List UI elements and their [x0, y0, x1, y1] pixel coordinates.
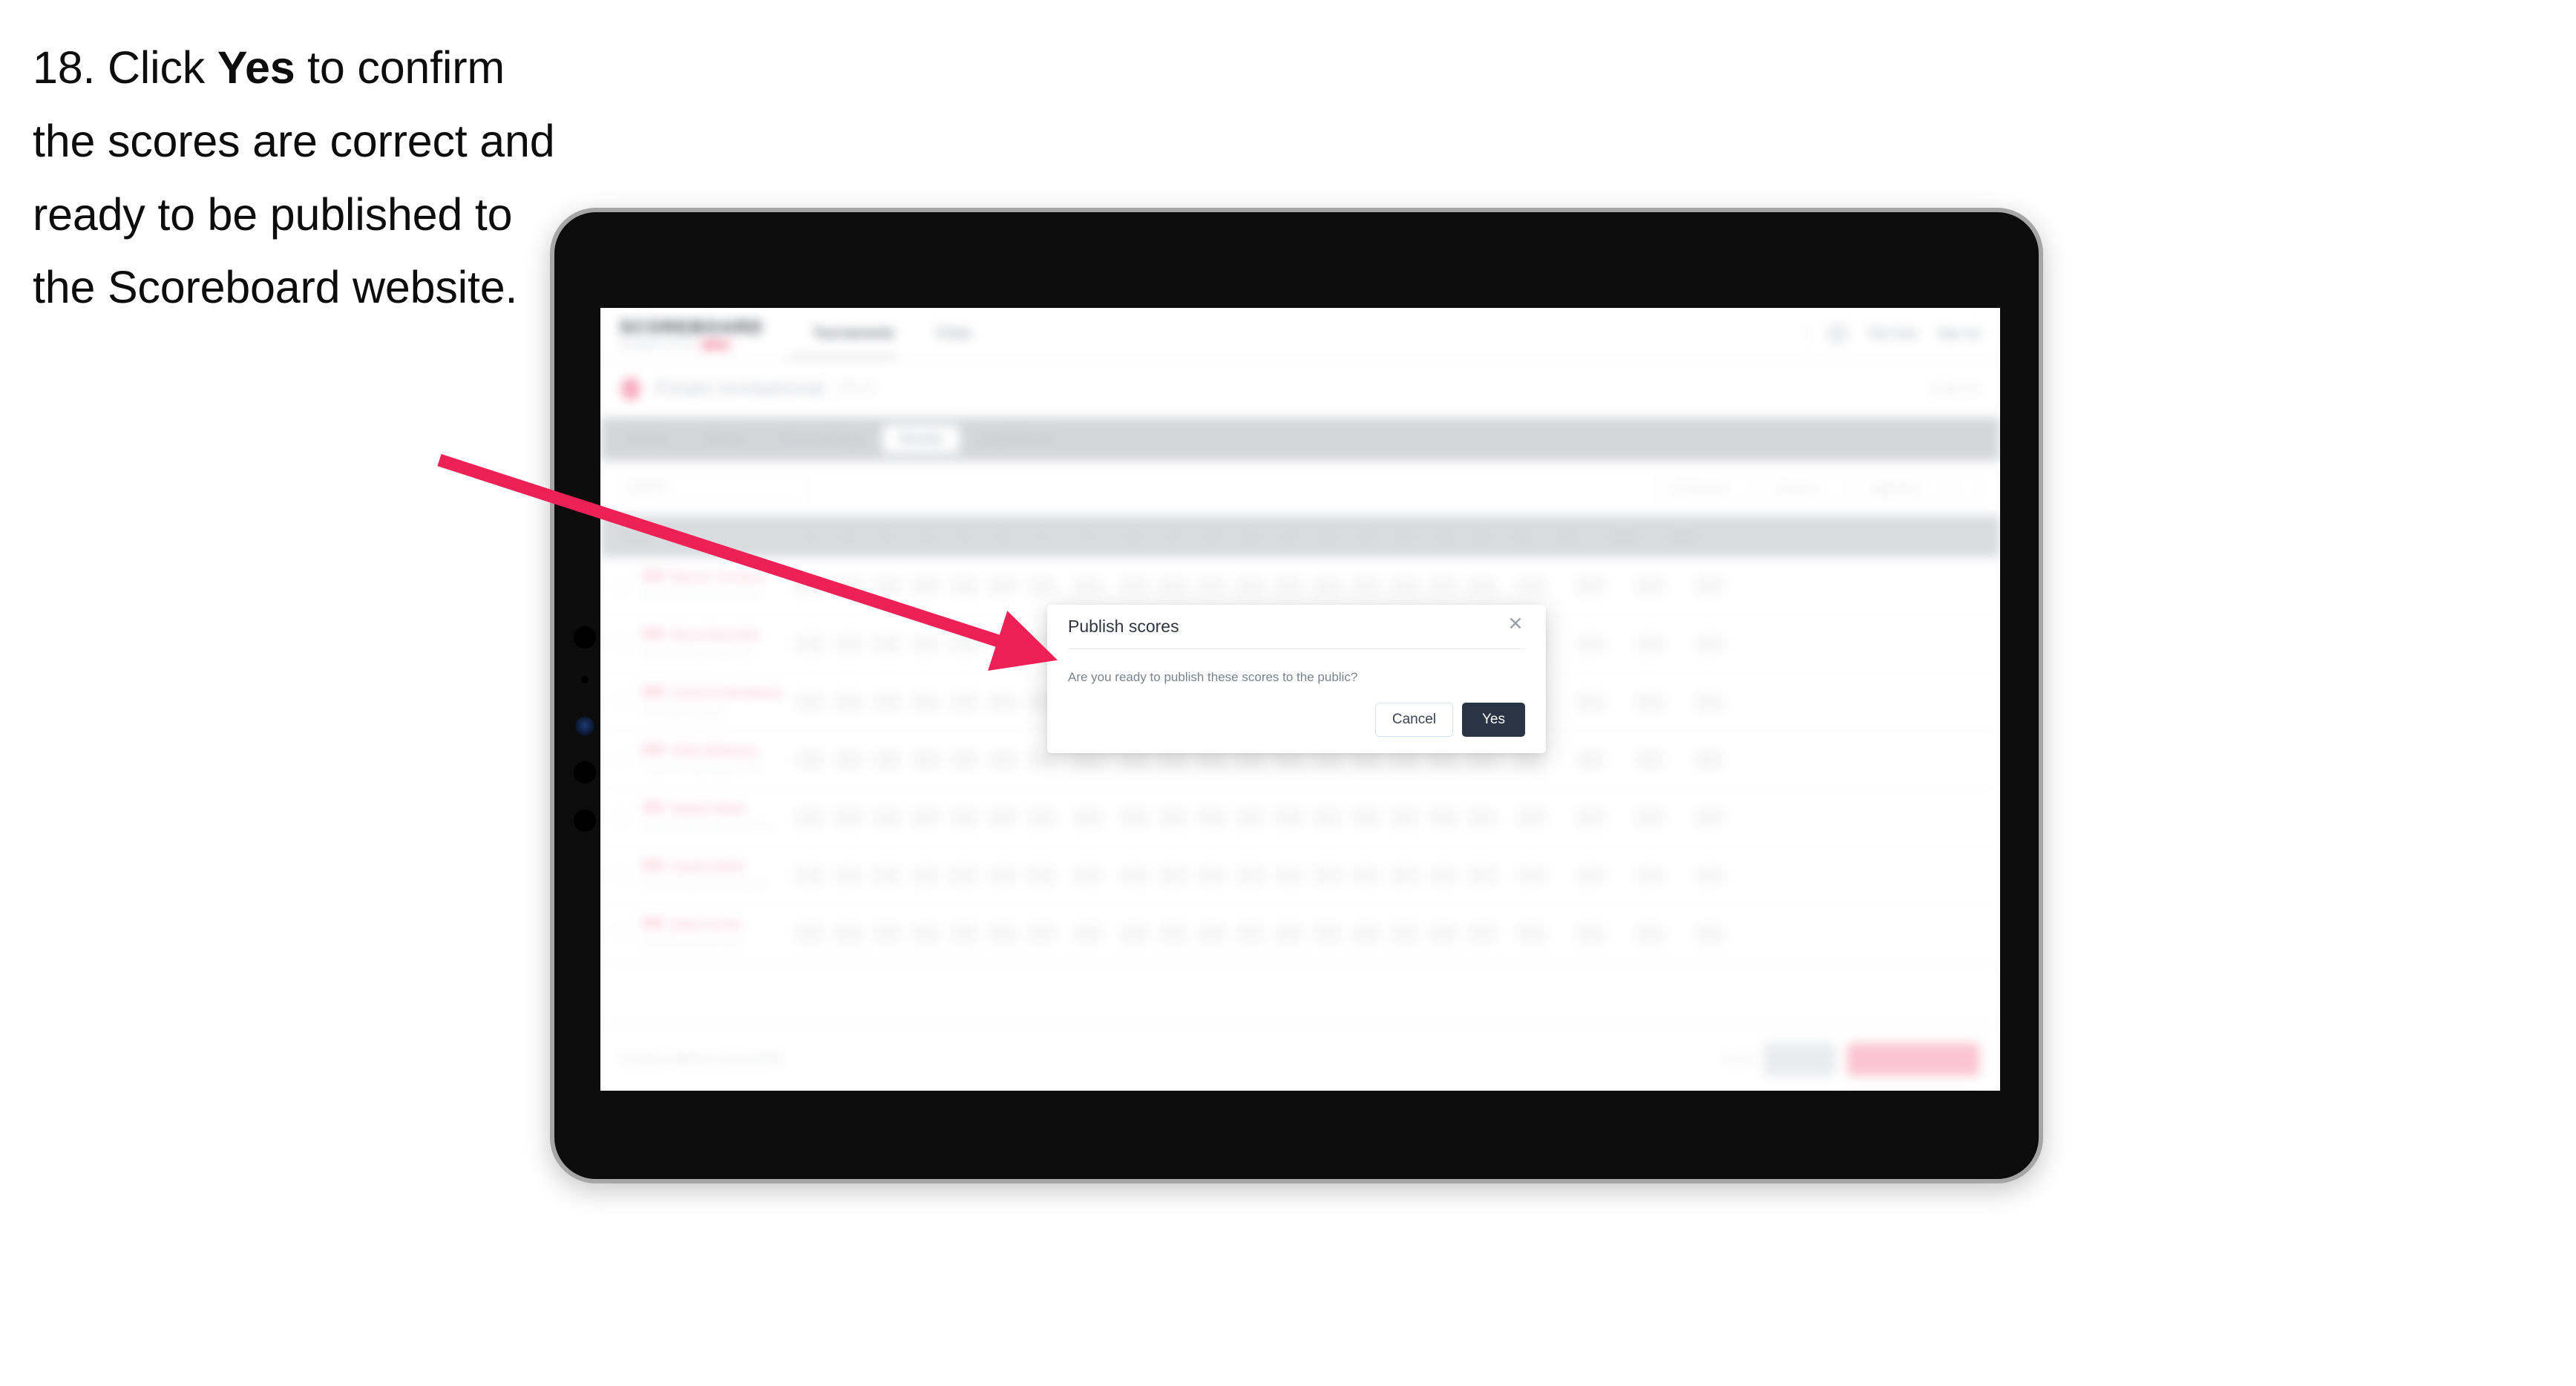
sensor-dot-icon: [574, 809, 596, 832]
dialog-title: Publish scores: [1068, 617, 1179, 636]
instruction-emphasis: Yes: [217, 42, 295, 93]
dialog-body-text: Are you ready to publish these scores to…: [1068, 670, 1358, 684]
dialog-actions: Cancel Yes: [1374, 703, 1525, 737]
publish-scores-dialog: Publish scores ✕ Are you ready to publis…: [1047, 605, 1546, 753]
yes-button[interactable]: Yes: [1462, 703, 1525, 737]
instruction-step-number: 18.: [33, 42, 96, 93]
instruction-text: 18. Click Yes to confirm the scores are …: [33, 31, 567, 324]
sensor-dot-icon: [581, 676, 589, 683]
page-root: 18. Click Yes to confirm the scores are …: [0, 0, 2576, 1386]
sensor-dot-icon: [574, 761, 596, 784]
close-icon[interactable]: ✕: [1506, 615, 1525, 634]
front-camera-icon: [575, 717, 594, 736]
modal-overlay: Publish scores ✕ Are you ready to publis…: [600, 308, 2000, 1091]
cancel-button[interactable]: Cancel: [1374, 703, 1453, 737]
instruction-text-before: Click: [95, 42, 217, 93]
tablet-screen: SCOREBOARD Competition Portal BETA Tourn…: [600, 308, 2000, 1091]
camera-lens-icon: [574, 626, 596, 648]
tablet-device: SCOREBOARD Competition Portal BETA Tourn…: [550, 208, 2043, 1183]
dialog-header: Publish scores ✕: [1068, 605, 1525, 649]
